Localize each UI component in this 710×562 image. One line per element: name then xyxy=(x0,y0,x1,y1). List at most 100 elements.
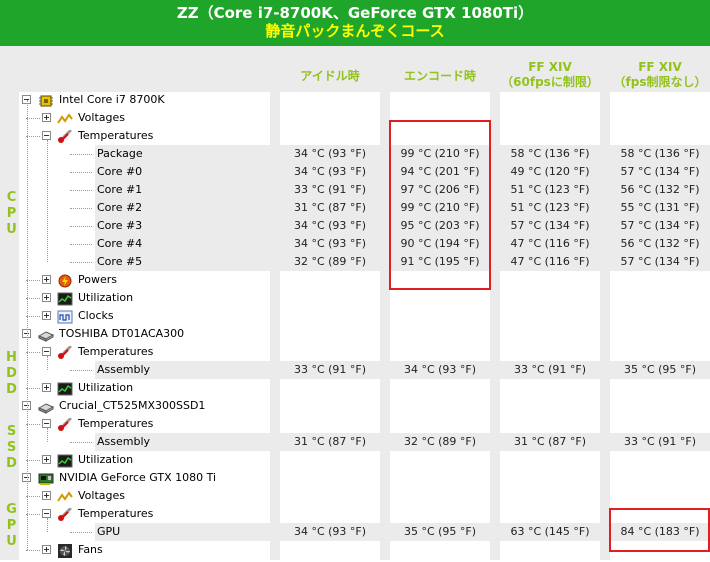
expand-icon[interactable] xyxy=(42,491,51,500)
tree-row[interactable]: Assembly 31 °C (87 °F) 32 °C (89 °F) 31 °C … xyxy=(0,433,710,451)
tree-row[interactable]: Clocks xyxy=(0,307,710,325)
collapse-icon[interactable] xyxy=(42,131,51,140)
tree-node-label: Temperatures xyxy=(78,129,154,142)
value-encode xyxy=(390,91,490,109)
tree-row[interactable]: Temperatures xyxy=(0,127,710,145)
value-ff60: 51 °C (123 °F) xyxy=(510,201,590,214)
expand-icon[interactable] xyxy=(42,293,51,302)
value-ffnolimit: 57 °C (134 °F) xyxy=(620,165,700,178)
value-ff60: 31 °C (87 °F) xyxy=(513,435,587,448)
column-header-encode-line: エンコード時 xyxy=(403,69,476,83)
expand-icon[interactable] xyxy=(42,455,51,464)
tree-node-label: Utilization xyxy=(78,381,134,394)
cpu-chip-icon xyxy=(38,93,54,107)
value-ffnolimit xyxy=(610,271,710,289)
tree-node-label: Fans xyxy=(78,543,103,556)
column-header-ffnolimit: FF XIV （fps制限なし） xyxy=(610,60,710,90)
value-ffnolimit: 57 °C (134 °F) xyxy=(620,219,700,232)
collapse-icon[interactable] xyxy=(42,509,51,518)
tree-row[interactable]: Assembly 33 °C (91 °F) 34 °C (93 °F) 33 °C … xyxy=(0,361,710,379)
tree-row[interactable]: Core #2 31 °C (87 °F) 99 °C (210 °F) 51 °C … xyxy=(0,199,710,217)
tree-connector xyxy=(70,154,92,155)
clock-icon xyxy=(57,309,73,324)
tree-connector xyxy=(26,136,40,137)
tree-node-label: Core #4 xyxy=(97,237,143,250)
value-encode xyxy=(390,415,490,433)
tree-row[interactable]: Utilization xyxy=(0,451,710,469)
value-encode xyxy=(390,325,490,343)
tree-row[interactable]: Fans xyxy=(0,541,710,559)
disk-drive-icon xyxy=(37,399,55,414)
tree-row[interactable]: Core #5 32 °C (89 °F) 91 °C (195 °F) 47 °C … xyxy=(0,253,710,271)
tree-node-label: GPU xyxy=(97,525,121,538)
gpu-card-icon xyxy=(38,471,54,485)
tree-row[interactable]: Intel Core i7 8700K xyxy=(0,91,710,109)
tree-row[interactable]: Voltages xyxy=(0,109,710,127)
tree-row[interactable]: TOSHIBA DT01ACA300 xyxy=(0,325,710,343)
utilization-icon xyxy=(57,291,73,306)
tree-row[interactable]: Temperatures xyxy=(0,343,710,361)
tree-connector xyxy=(26,118,40,119)
tree-row[interactable]: Core #0 34 °C (93 °F) 94 °C (201 °F) 49 °C … xyxy=(0,163,710,181)
value-ff60: 47 °C (116 °F) xyxy=(510,237,590,250)
value-idle xyxy=(280,541,380,559)
expand-icon[interactable] xyxy=(42,113,51,122)
value-ffnolimit: 33 °C (91 °F) xyxy=(623,435,697,448)
tree-row[interactable]: Core #4 34 °C (93 °F) 90 °C (194 °F) 47 °C … xyxy=(0,235,710,253)
tree-row[interactable]: NVIDIA GeForce GTX 1080 Ti xyxy=(0,469,710,487)
tree-node-label: Utilization xyxy=(78,453,134,466)
tree-row[interactable]: Core #1 33 °C (91 °F) 97 °C (206 °F) 51 °C … xyxy=(0,181,710,199)
tree-row[interactable]: Temperatures xyxy=(0,505,710,523)
tree-connector xyxy=(70,226,92,227)
value-ff60 xyxy=(500,91,600,109)
value-ff60 xyxy=(500,379,600,397)
collapse-icon[interactable] xyxy=(42,347,51,356)
tree-connector xyxy=(70,370,92,371)
value-encode xyxy=(390,343,490,361)
tree-row[interactable]: Utilization xyxy=(0,289,710,307)
tree-row[interactable]: Core #3 34 °C (93 °F) 95 °C (203 °F) 57 °C … xyxy=(0,217,710,235)
value-ff60: 57 °C (134 °F) xyxy=(510,219,590,232)
value-ff60: 51 °C (123 °F) xyxy=(510,183,590,196)
tree-node-label: Crucial_CT525MX300SSD1 xyxy=(59,399,206,412)
value-idle: 34 °C (93 °F) xyxy=(293,147,367,160)
tree-row[interactable]: Package 34 °C (93 °F) 99 °C (210 °F) 58 °C … xyxy=(0,145,710,163)
value-ff60 xyxy=(500,415,600,433)
value-idle: 31 °C (87 °F) xyxy=(293,201,367,214)
tree-node-label: Temperatures xyxy=(78,507,154,520)
expand-icon[interactable] xyxy=(42,383,51,392)
value-encode xyxy=(390,541,490,559)
value-ffnolimit xyxy=(610,487,710,505)
tree-row[interactable]: Crucial_CT525MX300SSD1 xyxy=(0,397,710,415)
expand-icon[interactable] xyxy=(42,545,51,554)
tree-row[interactable]: Voltages xyxy=(0,487,710,505)
column-header-ff60-line2: （60fpsに制限） xyxy=(501,75,599,89)
value-idle xyxy=(280,379,380,397)
value-ff60 xyxy=(500,487,600,505)
thermometer-icon xyxy=(57,345,73,359)
tree-row[interactable]: Utilization xyxy=(0,379,710,397)
tree-row[interactable]: Powers xyxy=(0,271,710,289)
value-idle xyxy=(280,325,380,343)
tree-connector xyxy=(47,428,48,442)
tree-connector xyxy=(26,496,40,497)
expand-icon[interactable] xyxy=(42,311,51,320)
value-idle: 33 °C (91 °F) xyxy=(293,183,367,196)
value-idle xyxy=(280,127,380,145)
tree-row[interactable]: Temperatures xyxy=(0,415,710,433)
tree-connector xyxy=(27,100,28,550)
collapse-icon[interactable] xyxy=(42,419,51,428)
expand-icon[interactable] xyxy=(42,275,51,284)
value-idle xyxy=(280,505,380,523)
tree-node-label: Voltages xyxy=(78,111,125,124)
value-ff60: 58 °C (136 °F) xyxy=(510,147,590,160)
utilization-icon xyxy=(57,381,73,396)
tree-row[interactable]: GPU 34 °C (93 °F) 35 °C (95 °F) 63 °C (145 … xyxy=(0,523,710,541)
value-encode xyxy=(390,397,490,415)
tree-connector xyxy=(70,262,92,263)
value-idle xyxy=(280,109,380,127)
tree-node-label: Clocks xyxy=(78,309,114,322)
value-idle xyxy=(280,397,380,415)
value-ff60 xyxy=(500,109,600,127)
tree-connector xyxy=(70,532,92,533)
